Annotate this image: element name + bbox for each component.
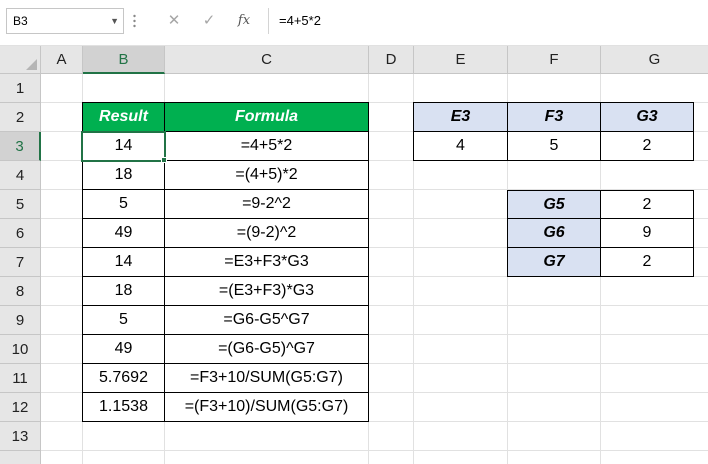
row-header-12[interactable]: 12 <box>0 393 41 422</box>
worksheet-grid[interactable]: A B C D E F G 1 2 3 4 5 6 7 8 9 10 11 12… <box>0 46 708 464</box>
formula-cell-c7[interactable]: =E3+F3*G3 <box>165 248 369 277</box>
result-cell-b4[interactable]: 18 <box>82 161 165 190</box>
chevron-down-icon[interactable]: ▼ <box>110 9 119 33</box>
formula-cell-c6[interactable]: =(9-2)^2 <box>165 219 369 248</box>
formula-bar: B3 ▼ ✕ ✓ fx =4+5*2 <box>0 0 708 46</box>
column-header-b[interactable]: B <box>83 46 165 74</box>
formula-cell-c11[interactable]: =F3+10/SUM(G5:G7) <box>165 364 369 393</box>
header-cell-e2[interactable]: E3 <box>413 102 508 132</box>
column-header-c[interactable]: C <box>165 46 369 74</box>
column-header-e[interactable]: E <box>414 46 508 74</box>
row-header-4[interactable]: 4 <box>0 161 41 190</box>
insert-function-icon[interactable]: fx <box>233 10 255 32</box>
result-header[interactable]: Result <box>82 102 165 132</box>
formula-cell-c12[interactable]: =(F3+10)/SUM(G5:G7) <box>165 393 369 422</box>
row-header-1[interactable]: 1 <box>0 74 41 103</box>
row-header-7[interactable]: 7 <box>0 248 41 277</box>
formula-cell-c8[interactable]: =(E3+F3)*G3 <box>165 277 369 306</box>
formula-cell-c9[interactable]: =G6-G5^G7 <box>165 306 369 335</box>
column-header-d[interactable]: D <box>369 46 414 74</box>
select-all-button[interactable] <box>0 46 41 74</box>
value-cell-g3[interactable]: 2 <box>601 132 694 161</box>
result-cell-b9[interactable]: 5 <box>82 306 165 335</box>
formula-header[interactable]: Formula <box>165 102 369 132</box>
row-header-11[interactable]: 11 <box>0 364 41 393</box>
result-cell-b7[interactable]: 14 <box>82 248 165 277</box>
result-cell-b6[interactable]: 49 <box>82 219 165 248</box>
formula-cell-c3[interactable]: =4+5*2 <box>165 132 369 161</box>
row-header-6[interactable]: 6 <box>0 219 41 248</box>
formula-input[interactable]: =4+5*2 <box>268 8 708 34</box>
cancel-icon[interactable]: ✕ <box>163 10 185 32</box>
name-box[interactable]: B3 ▼ <box>6 8 124 34</box>
name-box-value: B3 <box>13 14 28 28</box>
value-cell-g7[interactable]: 2 <box>601 248 694 277</box>
row-header-3[interactable]: 3 <box>0 132 41 161</box>
value-cell-g5[interactable]: 2 <box>601 190 694 219</box>
label-cell-f5[interactable]: G5 <box>507 190 601 219</box>
header-cell-f2[interactable]: F3 <box>508 102 601 132</box>
fill-handle[interactable] <box>161 157 167 163</box>
value-cell-f3[interactable]: 5 <box>508 132 601 161</box>
row-header-10[interactable]: 10 <box>0 335 41 364</box>
result-cell-b8[interactable]: 18 <box>82 277 165 306</box>
result-cell-b11[interactable]: 5.7692 <box>82 364 165 393</box>
row-header-9[interactable]: 9 <box>0 306 41 335</box>
formula-cell-c4[interactable]: =(4+5)*2 <box>165 161 369 190</box>
result-cell-b12[interactable]: 1.1538 <box>82 393 165 422</box>
formula-cell-c5[interactable]: =9-2^2 <box>165 190 369 219</box>
enter-icon[interactable]: ✓ <box>198 10 220 32</box>
column-header-f[interactable]: F <box>508 46 601 74</box>
result-cell-b3[interactable]: 14 <box>82 132 165 161</box>
label-cell-f7[interactable]: G7 <box>507 248 601 277</box>
row-header-8[interactable]: 8 <box>0 277 41 306</box>
value-cell-g6[interactable]: 9 <box>601 219 694 248</box>
result-cell-b10[interactable]: 49 <box>82 335 165 364</box>
row-header-5[interactable]: 5 <box>0 190 41 219</box>
header-cell-g2[interactable]: G3 <box>601 102 694 132</box>
column-header-g[interactable]: G <box>601 46 708 74</box>
result-cell-b5[interactable]: 5 <box>82 190 165 219</box>
label-cell-f6[interactable]: G6 <box>507 219 601 248</box>
row-header-14-partial[interactable] <box>0 451 41 464</box>
value-cell-e3[interactable]: 4 <box>413 132 508 161</box>
dots-separator <box>133 12 136 30</box>
column-header-a[interactable]: A <box>41 46 83 74</box>
formula-cell-c10[interactable]: =(G6-G5)^G7 <box>165 335 369 364</box>
row-header-2[interactable]: 2 <box>0 103 41 132</box>
row-header-13[interactable]: 13 <box>0 422 41 451</box>
